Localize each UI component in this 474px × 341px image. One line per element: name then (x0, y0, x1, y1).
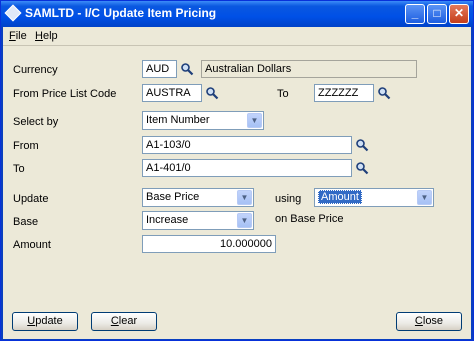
app-window: SAMLTD - I/C Update Item Pricing _ □ ✕ F… (0, 0, 474, 341)
select-by-label: Select by (13, 116, 59, 128)
minimize-button[interactable]: _ (405, 4, 425, 24)
using-label: using (275, 193, 302, 205)
close-window-button[interactable]: ✕ (449, 4, 469, 24)
currency-description: Australian Dollars (201, 60, 417, 78)
on-base-price-label: on Base Price (275, 213, 344, 225)
form-area: Currency AUD Australian Dollars From Pri… (3, 46, 471, 339)
currency-finder-magnifier-icon[interactable] (180, 62, 194, 76)
chevron-down-icon: ▼ (237, 213, 252, 228)
menu-file[interactable]: File (9, 30, 27, 42)
base-label: Base (13, 216, 39, 228)
menu-bar: File Help (3, 27, 471, 46)
to-label: To (13, 163, 25, 175)
title-bar[interactable]: SAMLTD - I/C Update Item Pricing _ □ ✕ (1, 1, 473, 27)
update-button[interactable]: Update (12, 312, 78, 331)
select-by-dropdown[interactable]: Item Number ▼ (142, 111, 264, 130)
to-price-list-field[interactable]: ZZZZZZ (314, 84, 374, 102)
using-dropdown[interactable]: Amount ▼ (314, 188, 434, 207)
chevron-down-icon: ▼ (417, 190, 432, 205)
maximize-button[interactable]: □ (427, 4, 447, 24)
base-dropdown[interactable]: Increase ▼ (142, 211, 254, 230)
from-price-list-field[interactable]: AUSTRA (142, 84, 202, 102)
currency-label: Currency (13, 64, 58, 76)
update-label: Update (13, 193, 49, 205)
menu-help[interactable]: Help (35, 30, 58, 42)
to-item-magnifier-icon[interactable] (355, 161, 369, 175)
close-button[interactable]: Close (396, 312, 462, 331)
amount-field[interactable]: 10.000000 (142, 235, 276, 253)
from-item-magnifier-icon[interactable] (355, 138, 369, 152)
from-price-list-label: From Price List Code (13, 88, 117, 100)
app-icon (4, 4, 22, 22)
chevron-down-icon: ▼ (247, 113, 262, 128)
update-dropdown[interactable]: Base Price ▼ (142, 188, 254, 207)
from-item-field[interactable]: A1-103/0 (142, 136, 352, 154)
amount-label: Amount (13, 239, 51, 251)
from-price-list-magnifier-icon[interactable] (205, 86, 219, 100)
clear-button[interactable]: Clear (91, 312, 157, 331)
window-title: SAMLTD - I/C Update Item Pricing (25, 6, 217, 20)
chevron-down-icon: ▼ (237, 190, 252, 205)
to-price-list-label: To (277, 88, 289, 100)
to-price-list-magnifier-icon[interactable] (377, 86, 391, 100)
currency-code-field[interactable]: AUD (142, 60, 177, 78)
from-label: From (13, 140, 39, 152)
to-item-field[interactable]: A1-401/0 (142, 159, 352, 177)
